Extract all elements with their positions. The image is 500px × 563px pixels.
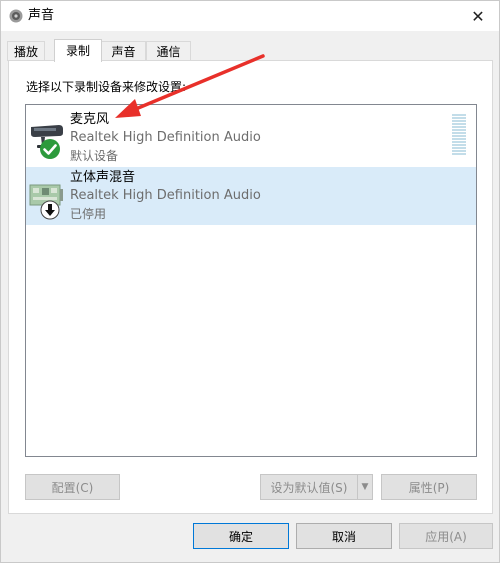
tab-label: 播放: [13, 44, 38, 59]
apply-button[interactable]: 应用(A): [399, 523, 493, 549]
level-bar: [452, 132, 466, 134]
title-bar[interactable]: 声音 ✕: [1, 1, 499, 31]
device-list[interactable]: 麦克风 Realtek High Definition Audio 默认设备 立…: [25, 104, 477, 457]
level-bar: [452, 138, 466, 140]
properties-button[interactable]: 属性(P): [381, 474, 477, 500]
level-meter: [452, 114, 468, 156]
chevron-down-icon: ▼: [361, 482, 369, 492]
button-label: 配置(C): [51, 480, 94, 495]
tab-label: 通信: [156, 44, 181, 59]
level-bar: [452, 117, 466, 119]
device-icon-wrap: [29, 173, 67, 220]
level-bar: [452, 126, 466, 128]
set-default-button[interactable]: 设为默认值(S): [260, 474, 358, 500]
tab-communications[interactable]: 通信: [146, 41, 191, 61]
device-driver: Realtek High Definition Audio: [70, 130, 261, 145]
disabled-down-arrow-icon: [40, 200, 60, 220]
device-state: 已停用: [70, 207, 107, 221]
close-icon: ✕: [471, 6, 485, 26]
level-bar: [452, 120, 466, 122]
level-bar: [452, 153, 466, 155]
level-bar: [452, 114, 466, 116]
level-bar: [452, 135, 466, 137]
device-item-microphone[interactable]: 麦克风 Realtek High Definition Audio 默认设备: [26, 109, 476, 167]
level-bar: [452, 147, 466, 149]
recording-panel: 选择以下录制设备来修改设置: 麦克风 Realtek High Definiti…: [8, 60, 493, 514]
configure-button[interactable]: 配置(C): [25, 474, 120, 500]
check-circle-icon: [40, 139, 60, 159]
tab-recording[interactable]: 录制: [54, 39, 102, 62]
tab-label: 录制: [65, 44, 90, 58]
level-bar: [452, 141, 466, 143]
ok-button[interactable]: 确定: [193, 523, 289, 549]
device-name: 麦克风: [70, 112, 110, 127]
device-icon-wrap: [29, 115, 67, 161]
set-default-dropdown[interactable]: ▼: [357, 474, 373, 500]
cancel-button[interactable]: 取消: [296, 523, 392, 549]
button-label: 属性(P): [408, 480, 450, 495]
button-label: 设为默认值(S): [270, 480, 348, 495]
sound-dialog: 声音 ✕ 播放 录制 声音 通信 选择以下录制设备来修改设置: 麦克风 Real…: [0, 0, 500, 563]
tab-sounds[interactable]: 声音: [101, 41, 146, 61]
device-item-stereo-mix[interactable]: 立体声混音 Realtek High Definition Audio 已停用: [26, 167, 476, 225]
device-driver: Realtek High Definition Audio: [70, 188, 261, 203]
level-bar: [452, 129, 466, 131]
level-bar: [452, 150, 466, 152]
speaker-icon: [9, 9, 23, 23]
device-name: 立体声混音: [70, 170, 136, 185]
window-title: 声音: [28, 8, 55, 23]
tab-label: 声音: [111, 44, 136, 59]
button-label: 应用(A): [425, 529, 467, 544]
close-button[interactable]: ✕: [465, 4, 491, 28]
device-state: 默认设备: [70, 149, 119, 163]
level-bar: [452, 123, 466, 125]
button-label: 确定: [228, 529, 253, 544]
button-label: 取消: [331, 529, 356, 544]
instruction-text: 选择以下录制设备来修改设置:: [26, 80, 187, 94]
tab-playback[interactable]: 播放: [7, 41, 45, 61]
level-bar: [452, 144, 466, 146]
